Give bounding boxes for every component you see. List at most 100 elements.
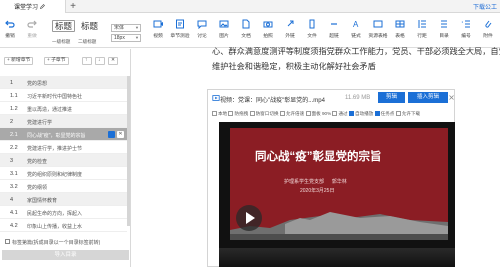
redo-button[interactable]: 重做 xyxy=(22,15,42,46)
discussion-button[interactable]: 讨论 xyxy=(192,15,212,46)
option[interactable]: 防窗口切换 xyxy=(249,111,279,116)
delete-button[interactable]: ✕ xyxy=(108,57,118,65)
video-title: 视频：党课：同心"战疫"彰显党的...mp4 xyxy=(220,98,325,104)
slide-author: 护理系学生党支部 郭华林 xyxy=(284,179,347,185)
video-size: 11.69 MB xyxy=(345,95,371,101)
video-file-icon xyxy=(212,95,220,101)
slide-date: 2020年3月25日 xyxy=(300,188,335,194)
close-icon[interactable] xyxy=(449,95,454,100)
photo-button[interactable]: 拍照 xyxy=(258,15,278,46)
city-skyline-image xyxy=(230,212,448,240)
editor-toolbar: 撤销 重做 标题 一级标题 标题 二级标题 宋体 ▼ 18px ▼ 视频 章节测验 … xyxy=(0,14,500,48)
section-row[interactable]: 1.2 重以再造，通过推进 xyxy=(0,102,127,115)
option[interactable]: 通过 xyxy=(332,111,348,116)
edit-icon[interactable] xyxy=(40,4,45,9)
section-row[interactable]: 3.1 党的组织原则和纪律制度 xyxy=(0,167,127,180)
video-controls-bar[interactable] xyxy=(219,248,455,267)
file-button[interactable]: 文件 xyxy=(302,15,322,46)
external-link-button[interactable]: 外链 xyxy=(280,15,300,46)
document-button[interactable]: 文档 xyxy=(236,15,256,46)
move-up-button[interactable]: ↑ xyxy=(82,57,92,65)
download-link[interactable]: 下载公工 xyxy=(473,2,497,11)
toc-button[interactable]: 目录 xyxy=(434,15,454,46)
chapter-panel: + 新增章节 + 子章节 ↑ ↓ ✕ 1 党的思想 1.1 习近平新时代中国特色社 … xyxy=(0,49,131,267)
new-section-button[interactable]: + 子章节 xyxy=(44,57,69,65)
svg-text:A: A xyxy=(353,20,359,29)
video-icon xyxy=(153,20,163,28)
quiz-icon xyxy=(176,19,184,29)
image-icon xyxy=(219,20,229,28)
option[interactable]: 允许倍速 xyxy=(279,111,304,116)
chat-icon xyxy=(197,20,207,29)
undo-icon xyxy=(5,20,15,28)
chain-button[interactable]: A 链式 xyxy=(346,15,366,46)
chapter-row[interactable]: 2 党建进行学 xyxy=(0,115,127,128)
link-icon xyxy=(331,23,337,25)
attachment-button[interactable]: 附件 xyxy=(478,15,498,46)
resource-table-button[interactable]: 资源表格 xyxy=(368,15,388,46)
table-icon xyxy=(395,20,405,28)
font-family-select[interactable]: 宋体 ▼ xyxy=(111,24,141,32)
svg-text:1: 1 xyxy=(462,20,464,24)
play-button[interactable] xyxy=(236,205,262,231)
section-row[interactable]: 3.2 党的纲领 xyxy=(0,180,127,193)
numbering-button[interactable]: 1 编号 xyxy=(456,15,476,46)
paragraph-line: 维护社会和谐稳定，积极主动化解好社会矛盾 xyxy=(212,62,376,71)
heading1-sub-label: 一级标题 xyxy=(52,39,71,44)
video-button[interactable]: 视频 xyxy=(148,15,168,46)
play-icon xyxy=(246,212,255,224)
new-chapter-button[interactable]: + 新增章节 xyxy=(4,57,34,65)
hyperlink-button[interactable]: 超链 xyxy=(324,15,344,46)
image-button[interactable]: 图片 xyxy=(214,15,234,46)
toc-icon xyxy=(441,20,447,28)
close-icon[interactable]: ✕ xyxy=(117,131,124,138)
insert-clip-button[interactable]: 插入剪辑 xyxy=(408,92,448,103)
heading2-sub-label: 二级标题 xyxy=(78,39,97,44)
file-icon xyxy=(309,19,315,29)
chapter-row[interactable]: 1 党的思想 xyxy=(0,76,127,89)
line-spacing-icon xyxy=(418,20,426,28)
tab-course-study[interactable]: 课堂学习 xyxy=(0,0,66,13)
attachment-icon xyxy=(485,20,492,28)
option[interactable]: 面板 90% xyxy=(305,111,331,116)
section-row[interactable]: 4.2 印象山上传播，收益上水 xyxy=(0,219,127,232)
chapter-quiz-button[interactable]: 章节测验 xyxy=(170,15,190,46)
add-tab-button[interactable]: + xyxy=(68,1,78,12)
option[interactable]: 允许下载 xyxy=(395,111,420,116)
numbering-icon: 1 xyxy=(462,20,470,28)
heading2-button[interactable]: 标题 xyxy=(78,20,102,32)
paragraph-line: 心、群众满意度测评等制度须指党群众工作能力，党员、干部必须践全大局，自觉 xyxy=(212,47,500,56)
camera-icon xyxy=(263,21,273,28)
chapter-row[interactable]: 4 家国情怀教育 xyxy=(0,193,127,206)
edit-video-button[interactable]: 剪辑 xyxy=(378,92,405,103)
import-toc-button[interactable]: 导入目录 xyxy=(2,250,129,260)
chevron-down-icon: ▼ xyxy=(135,35,139,40)
edit-icon[interactable] xyxy=(108,131,115,138)
label-hint: 标签第篇(拆成目录以一个目录标签前转) xyxy=(12,240,101,246)
font-size-select[interactable]: 18px ▼ xyxy=(111,34,141,42)
heading1-button[interactable]: 标题 xyxy=(52,20,76,32)
option[interactable]: 防拖拽 xyxy=(228,111,248,116)
chapter-row[interactable]: 3 党的检查 xyxy=(0,154,127,167)
label-checkbox[interactable] xyxy=(5,239,10,244)
redo-icon xyxy=(27,20,37,28)
table-button[interactable]: 表格 xyxy=(390,15,410,46)
section-row[interactable]: 4.1 民起生命的方向，挥起入 xyxy=(0,206,127,219)
resource-icon xyxy=(373,20,383,28)
tab-label: 课堂学习 xyxy=(14,5,39,11)
section-row-selected[interactable]: 2.1 同心战"疫"，彰显党的宗旨 ✕ xyxy=(0,128,127,141)
option[interactable]: 任务点 xyxy=(374,111,394,116)
external-link-icon xyxy=(287,20,294,27)
document-icon xyxy=(242,19,250,29)
line-spacing-button[interactable]: 行距 xyxy=(412,15,432,46)
chapter-scrollbar[interactable] xyxy=(127,76,130,226)
option[interactable]: 本地 xyxy=(212,111,227,116)
undo-button[interactable]: 撤销 xyxy=(0,15,20,46)
slide-title: 同心战“疫”彰显党的宗旨 xyxy=(255,151,382,163)
section-row[interactable]: 2.2 党建进行学，推进护士节 xyxy=(0,141,127,154)
section-row[interactable]: 1.1 习近平新时代中国特色社 xyxy=(0,89,127,102)
video-options: 本地 防拖拽 防窗口切换 允许倍速 面板 90% 通过 自动播放 任务点 允许下… xyxy=(212,111,452,119)
text-icon: A xyxy=(353,20,359,29)
option[interactable]: 自动播放 xyxy=(348,111,373,116)
move-down-button[interactable]: ↓ xyxy=(95,57,105,65)
